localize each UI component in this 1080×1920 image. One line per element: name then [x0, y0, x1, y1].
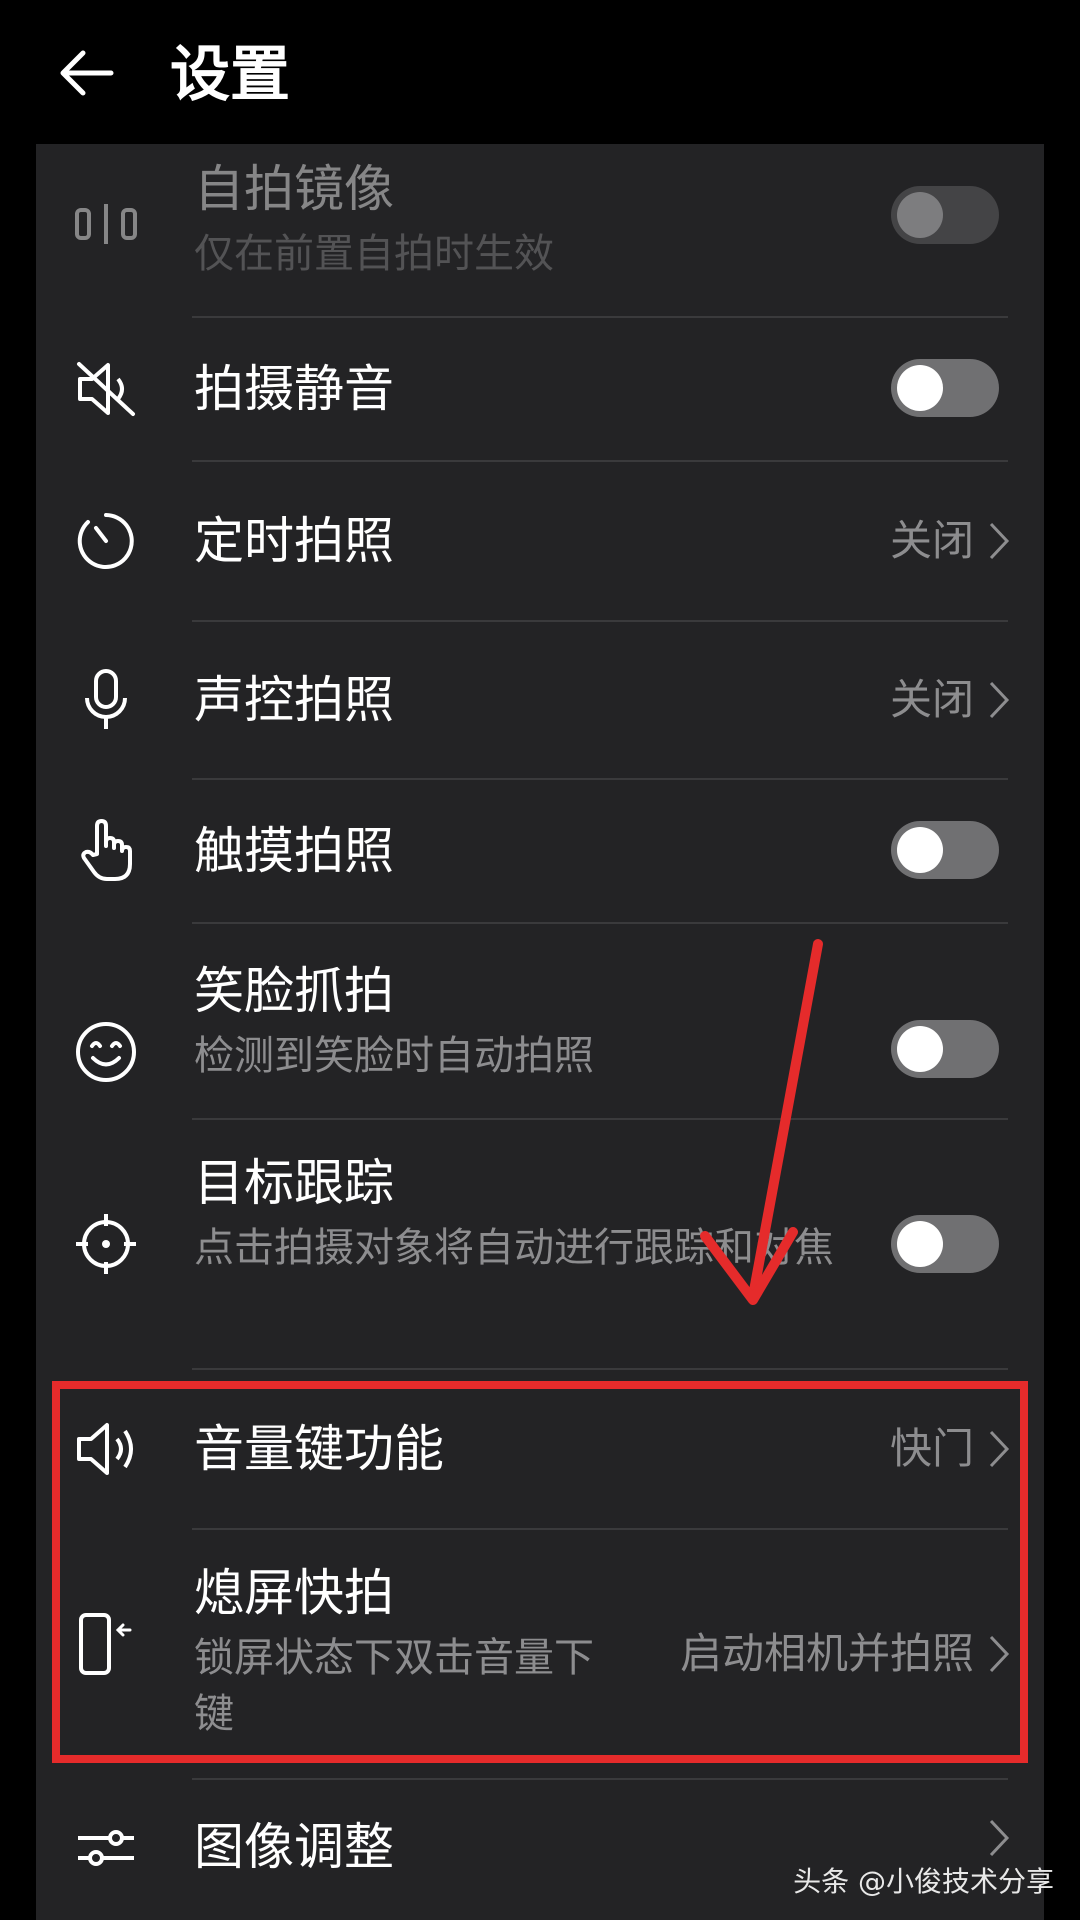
- chevron-right-icon: [989, 681, 1010, 719]
- setting-title: 笑脸抓拍: [194, 962, 394, 1020]
- watermark: 头条 @小俊技术分享: [793, 1865, 1054, 1898]
- setting-title: 图像调整: [194, 1818, 394, 1876]
- chevron-right-icon: [989, 1635, 1010, 1673]
- smile-icon: [74, 1020, 138, 1084]
- chevron-right-icon: [989, 522, 1010, 560]
- setting-subtitle: 锁屏状态下双击音量下键: [194, 1635, 594, 1737]
- setting-title: 定时拍照: [194, 512, 394, 570]
- setting-title: 触摸拍照: [194, 822, 394, 880]
- timer-value: 关闭: [889, 516, 974, 565]
- timer-icon: [74, 509, 138, 573]
- mirror-icon: [74, 192, 138, 256]
- quick-snap-value: 启动相机并拍照: [679, 1629, 974, 1678]
- chevron-right-icon: [989, 1430, 1010, 1468]
- selfie-mirror-toggle[interactable]: [891, 186, 999, 244]
- arrow-left-icon: [60, 50, 114, 96]
- volume-key-value: 快门: [889, 1424, 974, 1473]
- setting-subtitle: 仅在前置自拍时生效: [194, 231, 554, 277]
- setting-value: 快门: [890, 1421, 1010, 1477]
- setting-row-quick-snap[interactable]: 熄屏快拍 锁屏状态下双击音量下键 启动相机并拍照: [36, 1530, 1044, 1758]
- setting-value: 关闭: [890, 513, 1010, 569]
- phone-quick-snap-icon: [74, 1612, 138, 1676]
- chevron-right-icon: [989, 1819, 1010, 1857]
- setting-title: 拍摄静音: [194, 360, 394, 418]
- touch-hand-icon: [74, 818, 138, 882]
- smile-capture-toggle[interactable]: [891, 1020, 999, 1078]
- setting-title: 熄屏快拍: [194, 1564, 394, 1622]
- touch-capture-toggle[interactable]: [891, 821, 999, 879]
- setting-value: [988, 1818, 1010, 1858]
- setting-value: 关闭: [890, 672, 1010, 728]
- setting-subtitle: 点击拍摄对象将自动进行跟踪和对焦: [194, 1225, 834, 1271]
- speaker-icon: [74, 1417, 138, 1481]
- setting-row-smile-capture[interactable]: 笑脸抓拍 检测到笑脸时自动拍照: [36, 924, 1044, 1118]
- setting-row-touch-capture[interactable]: 触摸拍照: [36, 780, 1044, 922]
- setting-row-selfie-mirror[interactable]: 自拍镜像 仅在前置自拍时生效: [36, 144, 1044, 316]
- target-tracking-toggle[interactable]: [891, 1215, 999, 1273]
- voice-value: 关闭: [889, 675, 974, 724]
- target-icon: [74, 1212, 138, 1276]
- microphone-icon: [74, 668, 138, 732]
- page-title: 设置: [170, 40, 290, 110]
- app-header: 设置: [0, 0, 1080, 144]
- setting-subtitle: 检测到笑脸时自动拍照: [194, 1033, 594, 1079]
- setting-title: 声控拍照: [194, 671, 394, 729]
- toggle-knob: [897, 1221, 943, 1267]
- back-button[interactable]: [50, 38, 120, 108]
- sliders-icon: [74, 1816, 138, 1880]
- setting-value: 启动相机并拍照: [680, 1626, 1010, 1682]
- setting-row-volume-key[interactable]: 音量键功能 快门: [36, 1370, 1044, 1528]
- toggle-knob: [897, 1026, 943, 1072]
- toggle-knob: [897, 827, 943, 873]
- setting-row-timer[interactable]: 定时拍照 关闭: [36, 462, 1044, 620]
- setting-title: 自拍镜像: [194, 160, 394, 218]
- setting-row-voice-capture[interactable]: 声控拍照 关闭: [36, 622, 1044, 778]
- setting-row-target-tracking[interactable]: 目标跟踪 点击拍摄对象将自动进行跟踪和对焦: [36, 1120, 1044, 1368]
- setting-row-shutter-mute[interactable]: 拍摄静音: [36, 318, 1044, 460]
- mute-icon: [74, 357, 138, 421]
- setting-title: 目标跟踪: [194, 1154, 394, 1212]
- toggle-knob: [897, 192, 943, 238]
- setting-title: 音量键功能: [194, 1420, 444, 1478]
- toggle-knob: [897, 365, 943, 411]
- shutter-mute-toggle[interactable]: [891, 359, 999, 417]
